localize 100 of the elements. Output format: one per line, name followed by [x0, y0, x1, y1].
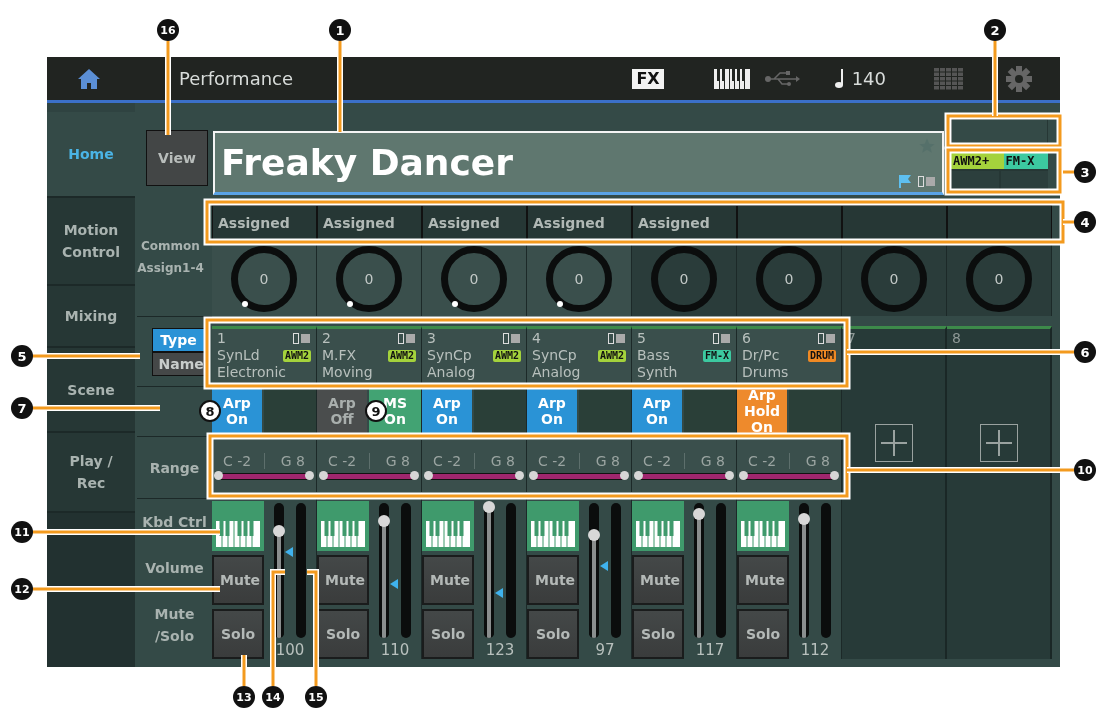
usb-icon	[763, 70, 800, 87]
knob[interactable]: 0	[651, 245, 717, 312]
keyboard-icon	[321, 521, 365, 547]
knob[interactable]: 0	[756, 245, 822, 312]
callout-number: 3	[1074, 161, 1096, 183]
solo-button[interactable]: Solo	[737, 609, 789, 659]
plus-icon	[878, 428, 909, 458]
keyboard-icon[interactable]	[713, 68, 750, 89]
flag-icon	[898, 174, 912, 188]
volume-value: 112	[800, 641, 830, 659]
sidebar-tab[interactable]: Home	[47, 112, 135, 198]
performance-name-field[interactable]: Freaky Dancer	[213, 131, 944, 195]
kbd-ctrl-button[interactable]	[737, 501, 789, 551]
add-part-button[interactable]	[874, 424, 913, 462]
part-cell[interactable]: 2 M.FX AWM2 Moving	[317, 326, 422, 386]
engine-tag: AWM2	[387, 349, 416, 362]
part-cell[interactable]: 5 Bass FM-X Synth	[632, 326, 737, 386]
mute-button[interactable]: Mute	[632, 555, 684, 605]
engine-tag: FM-X	[702, 349, 731, 362]
engine-tag: AWM2	[282, 349, 311, 362]
view-button[interactable]: View	[146, 130, 208, 186]
part-status-icon	[818, 333, 836, 344]
fx-badge[interactable]: FX	[632, 68, 664, 89]
callout-number: 4	[1074, 211, 1096, 233]
toggle-button[interactable]: Type	[151, 327, 206, 352]
part-status-icon	[398, 333, 416, 344]
part-cell[interactable]: 3 SynCp AWM2 Analog	[422, 326, 527, 386]
kbd-ctrl-button[interactable]	[527, 501, 579, 551]
sidebar-tab[interactable]: Play / Rec	[47, 433, 135, 513]
knob[interactable]: 0	[336, 245, 402, 312]
callout-number: 2	[984, 19, 1006, 41]
volume-value: 117	[695, 641, 725, 659]
keyboard-icon	[216, 521, 260, 547]
keyboard-icon	[531, 521, 575, 547]
callout-number: 1	[329, 19, 351, 41]
part-cell[interactable]: 6 Dr/Pc DRUM Drums	[737, 326, 842, 386]
home-icon[interactable]	[77, 67, 101, 90]
mute-button[interactable]: Mute	[317, 555, 369, 605]
knob[interactable]: 0	[441, 245, 507, 312]
range-cell[interactable]: C -2 G 8	[737, 440, 842, 492]
part-status-icon	[713, 333, 731, 344]
screen-title: Performance	[179, 68, 294, 89]
solo-button[interactable]: Solo	[422, 609, 474, 659]
knob[interactable]: 0	[231, 245, 297, 312]
row-label: Common Assign1-4	[137, 237, 204, 277]
engine-tag: DRUM	[807, 349, 836, 362]
callout-number: 7	[11, 397, 33, 419]
plus-icon	[983, 428, 1014, 458]
part-status-icon	[608, 333, 626, 344]
sidebar-tab[interactable]: Motion Control	[47, 198, 135, 286]
mute-button[interactable]: Mute	[422, 555, 474, 605]
solo-button[interactable]: Solo	[317, 609, 369, 659]
knob[interactable]: 0	[861, 245, 927, 312]
callout-number: 15	[305, 686, 327, 708]
note-icon	[833, 68, 844, 89]
volume-value: 100	[275, 641, 305, 659]
solo-button[interactable]: Solo	[212, 609, 264, 659]
kbd-ctrl-button[interactable]	[212, 501, 264, 551]
keyboard-icon	[741, 521, 785, 547]
engine-tag: AWM2	[492, 349, 521, 362]
row-label: Mute /Solo	[153, 605, 196, 646]
fader-thumb[interactable]	[483, 501, 495, 514]
tempo-value[interactable]: 140	[851, 68, 886, 89]
fader-thumb[interactable]	[273, 525, 285, 538]
kbd-ctrl-button[interactable]	[422, 501, 474, 551]
mute-button[interactable]: Mute	[527, 555, 579, 605]
row-label: Kbd Ctrl	[142, 513, 207, 532]
mute-button[interactable]: Mute	[737, 555, 789, 605]
part-cell[interactable]: 4 SynCp AWM2 Analog	[527, 326, 632, 386]
part-status-icon	[293, 333, 311, 344]
settings-icon[interactable]	[1006, 65, 1032, 92]
knob[interactable]: 0	[546, 245, 612, 312]
volume-value: 97	[595, 641, 615, 659]
range-cell[interactable]: C -2 G 8	[317, 440, 422, 492]
fader-thumb[interactable]	[378, 514, 390, 527]
range-cell[interactable]: C -2 G 8	[422, 440, 527, 492]
solo-button[interactable]: Solo	[527, 609, 579, 659]
mute-button[interactable]: Mute	[212, 555, 264, 605]
range-cell[interactable]: C -2 G 8	[212, 440, 317, 492]
solo-button[interactable]: Solo	[632, 609, 684, 659]
kbd-ctrl-button[interactable]	[317, 501, 369, 551]
toggle-button[interactable]: Name	[151, 351, 206, 376]
fader-thumb[interactable]	[693, 507, 705, 520]
fader-thumb[interactable]	[588, 529, 600, 542]
engine-tag: AWM2	[597, 349, 626, 362]
fader-thumb[interactable]	[798, 513, 810, 526]
callout-number: 13	[233, 686, 255, 708]
range-cell[interactable]: C -2 G 8	[632, 440, 737, 492]
row-label: Range	[149, 458, 200, 478]
range-cell[interactable]: C -2 G 8	[527, 440, 632, 492]
kbd-ctrl-button[interactable]	[632, 501, 684, 551]
part-cell[interactable]: 1 SynLd AWM2 Electronic	[212, 326, 317, 386]
callout-number: 5	[11, 345, 33, 367]
volume-value: 110	[380, 641, 410, 659]
add-part-button[interactable]	[979, 424, 1018, 462]
callout-number: 11	[11, 521, 33, 543]
keyboard-icon	[426, 521, 470, 547]
sidebar-tab[interactable]: Mixing	[47, 286, 135, 348]
knob[interactable]: 0	[966, 245, 1032, 312]
leader-line	[241, 655, 247, 686]
